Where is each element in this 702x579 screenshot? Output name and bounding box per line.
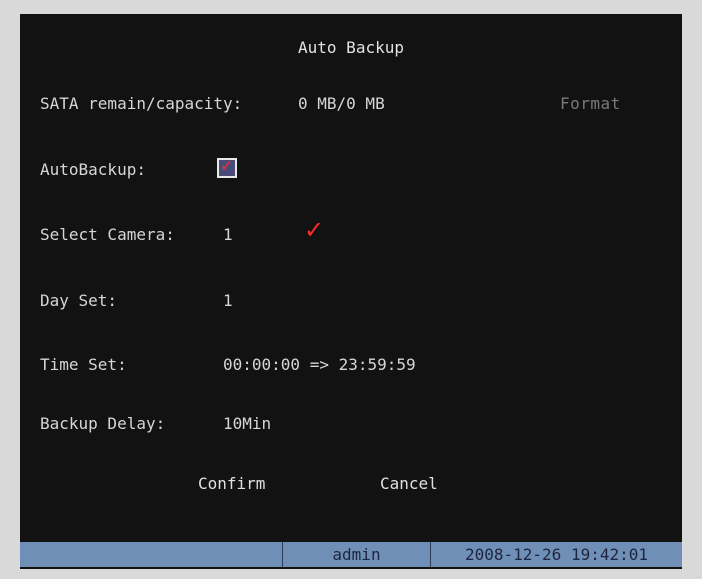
sata-capacity-value: 0 MB/0 MB (298, 94, 385, 113)
auto-backup-screen: Auto Backup SATA remain/capacity: 0 MB/0… (20, 14, 682, 569)
sata-capacity-row: SATA remain/capacity: (40, 94, 242, 113)
time-set-value[interactable]: 00:00:00 => 23:59:59 (223, 355, 416, 374)
status-user: admin (282, 542, 430, 567)
autobackup-checkbox[interactable]: ✓ (217, 156, 237, 178)
confirm-button[interactable]: Confirm (198, 474, 265, 493)
status-datetime: 2008-12-26 19:42:01 (430, 542, 682, 567)
autobackup-check-icon: ✓ (220, 156, 234, 175)
sata-capacity-label: SATA remain/capacity: (40, 94, 243, 113)
time-set-label: Time Set: (40, 355, 127, 374)
cancel-button[interactable]: Cancel (380, 474, 438, 493)
dialog-title: Auto Backup (298, 38, 404, 57)
format-button[interactable]: Format (560, 94, 621, 113)
backup-delay-value[interactable]: 10Min (223, 414, 271, 433)
select-camera-label: Select Camera: (40, 225, 175, 244)
day-set-label: Day Set: (40, 291, 118, 310)
status-bar: admin 2008-12-26 19:42:01 (20, 542, 682, 567)
select-camera-value[interactable]: 1 (223, 225, 233, 244)
autobackup-label: AutoBackup: (40, 160, 146, 179)
day-set-value[interactable]: 1 (223, 291, 233, 310)
camera-selected-check-icon[interactable]: ✓ (304, 216, 324, 244)
backup-delay-label: Backup Delay: (40, 414, 166, 433)
